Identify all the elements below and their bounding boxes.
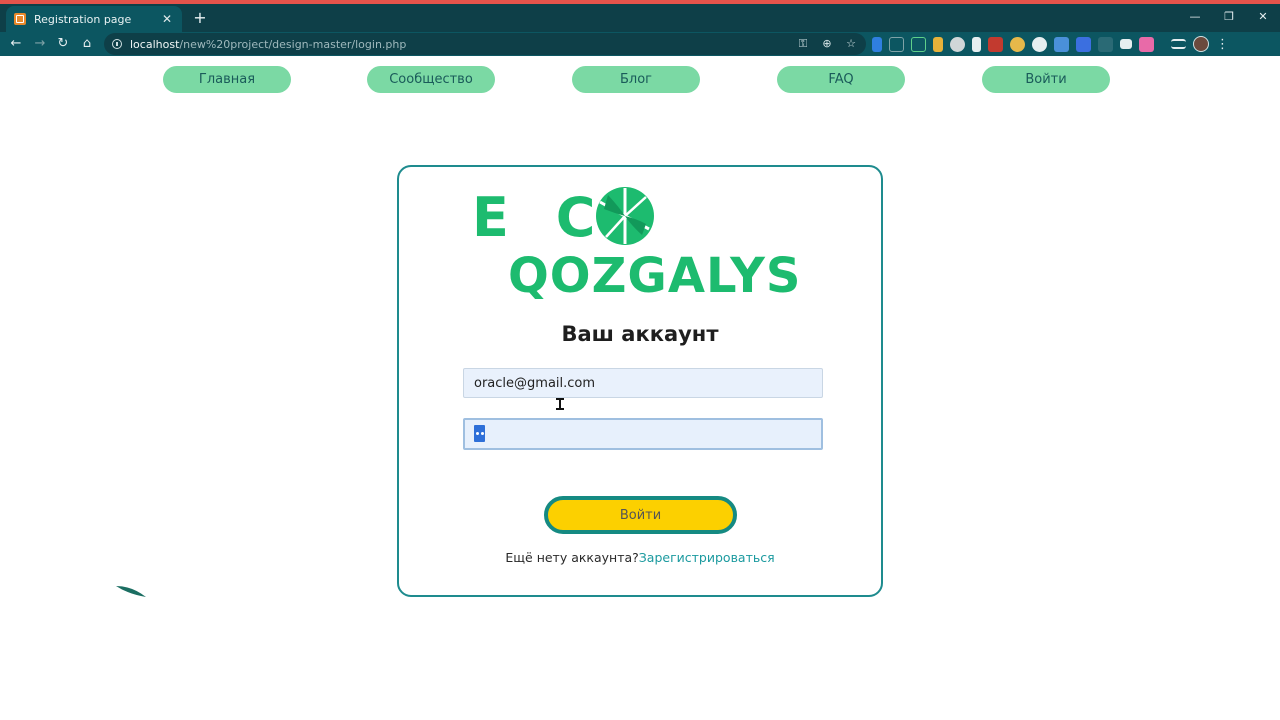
login-submit-button[interactable]: Войти (544, 496, 737, 534)
window-controls: — ❐ ✕ (1178, 4, 1280, 32)
nav-faq-button[interactable]: FAQ (777, 66, 905, 93)
restore-button[interactable]: ❐ (1212, 4, 1246, 30)
url-path: /new%20project/design-master/login.php (179, 37, 407, 51)
browser-tab[interactable]: Registration page ✕ (6, 6, 182, 32)
browser-toolbar: ← → ↻ ⌂ localhost/new%20project/design-m… (0, 32, 1280, 56)
signup-prompt-text: Ещё нету аккаунта? (505, 550, 639, 565)
close-window-button[interactable]: ✕ (1246, 4, 1280, 30)
logo-text-qozgalys: QOZGALYS (508, 248, 802, 304)
logo-text-eco: E C (472, 186, 610, 249)
eco-qozgalys-logo: E C QOZGALYS (472, 182, 812, 307)
nav-home-button[interactable]: Главная (163, 66, 291, 93)
site-info-icon[interactable] (112, 39, 122, 49)
extension-pdf-icon[interactable] (988, 36, 1003, 52)
menu-kebab-icon[interactable]: ⋮ (1216, 37, 1229, 52)
zoom-icon[interactable]: ⊕ (820, 36, 834, 52)
extension-blue-icon[interactable] (1054, 36, 1069, 52)
home-icon[interactable]: ⌂ (77, 34, 97, 54)
extension-pen-icon[interactable] (872, 36, 882, 52)
leaf-globe-icon (596, 187, 654, 245)
tab-strip: Registration page ✕ + — ❐ ✕ (0, 4, 1280, 32)
extension-bulb-icon[interactable] (1010, 36, 1025, 52)
back-arrow-icon[interactable]: ← (6, 34, 26, 54)
tab-close-icon[interactable]: ✕ (160, 12, 174, 26)
bookmark-star-icon[interactable]: ☆ (844, 36, 858, 52)
reading-list-icon[interactable] (1171, 39, 1186, 49)
signup-prompt-line: Ещё нету аккаунта?Зарегистрироваться (397, 550, 883, 565)
email-field[interactable] (463, 368, 823, 398)
forward-arrow-icon[interactable]: → (30, 34, 50, 54)
extension-bookmark-icon[interactable] (972, 36, 981, 52)
text-cursor-icon (556, 398, 564, 410)
leaf-decoration-icon (116, 586, 146, 597)
register-link[interactable]: Зарегистрироваться (639, 550, 775, 565)
profile-avatar[interactable] (1193, 36, 1209, 52)
extension-pink-icon[interactable] (1139, 36, 1154, 52)
site-favicon-icon (14, 13, 26, 25)
extension-camera-icon[interactable] (1120, 39, 1132, 49)
extension-badge-icon[interactable] (1076, 36, 1091, 52)
site-navigation: Главная Сообщество Блог FAQ Войти (0, 57, 1280, 97)
reload-icon[interactable]: ↻ (53, 34, 73, 54)
nav-login-button[interactable]: Войти (982, 66, 1110, 93)
extension-move-icon[interactable] (889, 36, 904, 52)
extension-crop-icon[interactable] (911, 36, 926, 52)
extension-dim-icon[interactable] (1098, 36, 1113, 52)
password-selection-highlight (474, 425, 485, 442)
page-title: Ваш аккаунт (561, 322, 719, 346)
minimize-button[interactable]: — (1178, 4, 1212, 30)
password-field[interactable] (463, 418, 823, 450)
nav-blog-button[interactable]: Блог (572, 66, 700, 93)
new-tab-button[interactable]: + (190, 7, 210, 29)
key-icon[interactable]: ⚿ (796, 36, 810, 52)
extension-circle-icon[interactable] (1032, 36, 1047, 52)
tab-title: Registration page (34, 12, 132, 26)
extensions-bar: ⋮ (872, 36, 1229, 52)
address-bar[interactable]: localhost/new%20project/design-master/lo… (104, 33, 866, 55)
extension-spy-icon[interactable] (950, 36, 965, 52)
extension-ruler-icon[interactable] (933, 36, 943, 52)
url-host: localhost (130, 37, 180, 51)
nav-community-button[interactable]: Сообщество (367, 66, 495, 93)
